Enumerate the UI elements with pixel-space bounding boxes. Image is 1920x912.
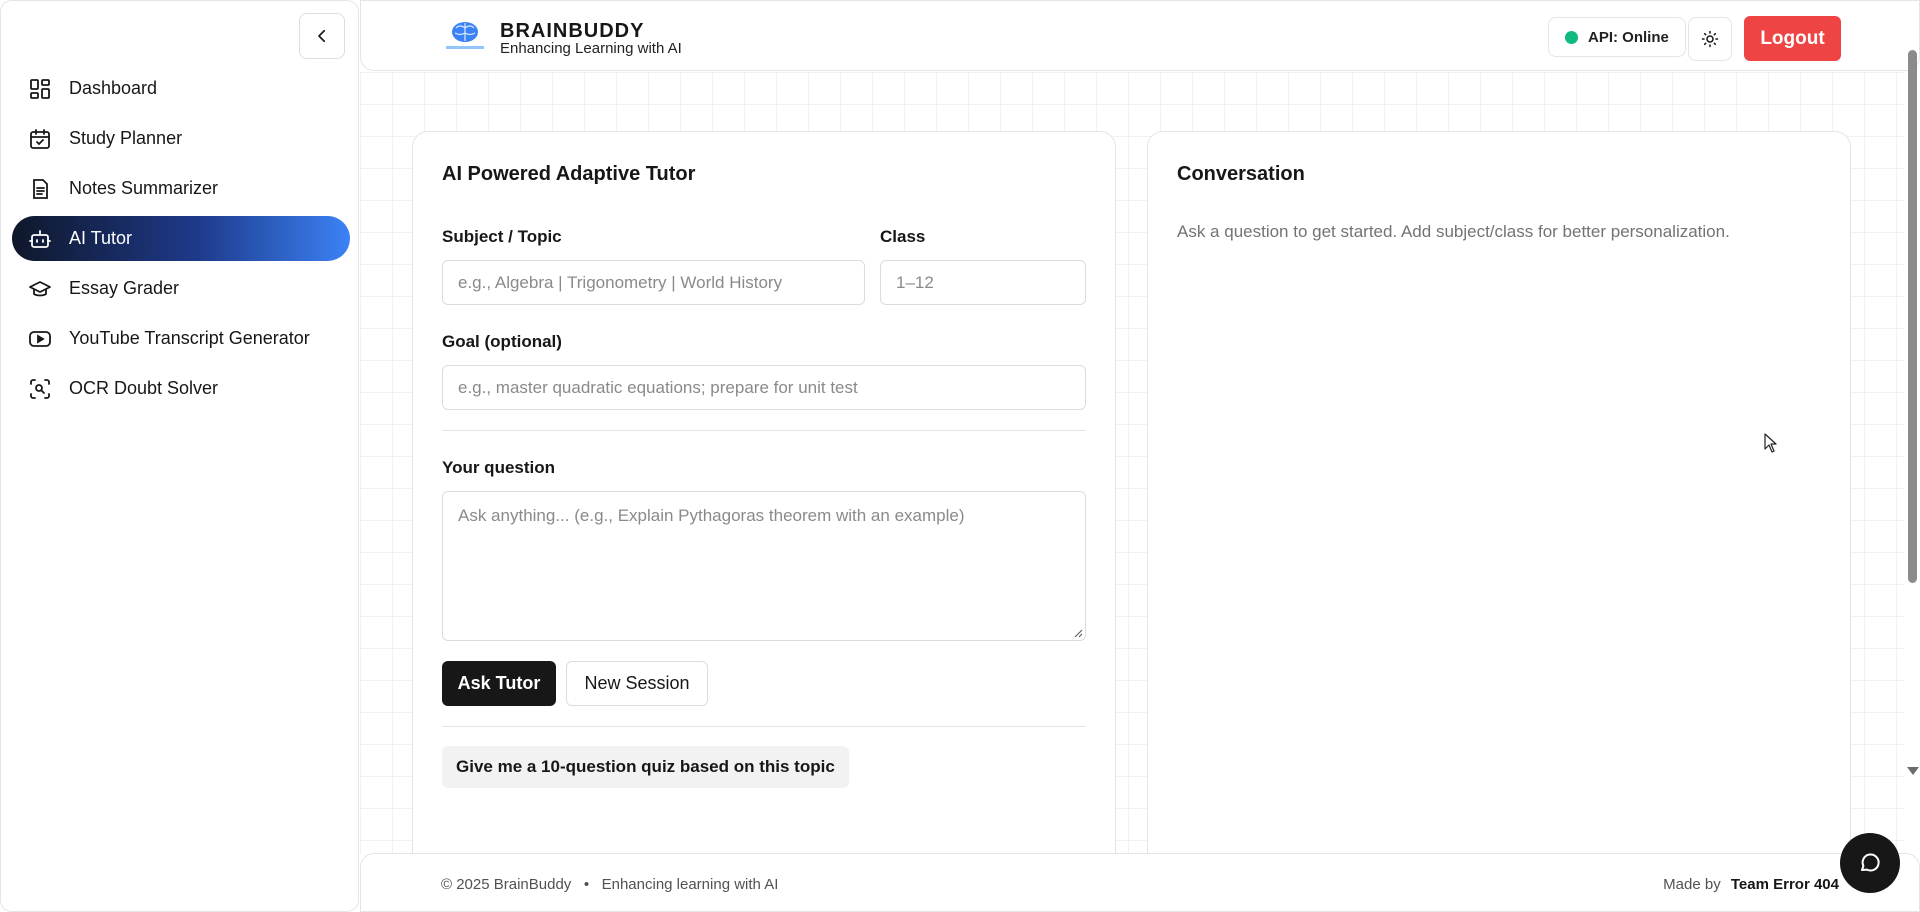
collapse-sidebar-button[interactable] <box>299 13 345 59</box>
page-scrollbar[interactable] <box>1905 50 1920 780</box>
goal-label: Goal (optional) <box>442 332 562 351</box>
brand-tagline: Enhancing Learning with AI <box>500 40 682 57</box>
new-session-button[interactable]: New Session <box>566 661 708 706</box>
copyright-text: © 2025 BrainBuddy <box>441 876 572 893</box>
tutor-card: AI Powered Adaptive Tutor Subject / Topi… <box>412 131 1116 854</box>
theme-toggle-button[interactable] <box>1688 17 1732 61</box>
class-label: Class <box>880 227 926 246</box>
footer-tagline: Enhancing learning with AI <box>601 876 779 893</box>
sun-icon <box>1701 30 1719 48</box>
sidebar-item-label: Essay Grader <box>69 278 180 298</box>
message-circle-icon <box>1861 853 1880 872</box>
goal-input[interactable]: e.g., master quadratic equations; prepar… <box>442 365 1086 410</box>
chat-launcher-button[interactable] <box>1840 833 1900 893</box>
sidebar-item-essay-grader[interactable]: Essay Grader <box>12 266 350 311</box>
sidebar-item-label: Study Planner <box>69 128 183 148</box>
sidebar-item-label: OCR Doubt Solver <box>69 378 219 398</box>
conversation-title: Conversation <box>1177 163 1305 185</box>
sidebar: Dashboard Study Planner Notes Summarizer… <box>0 0 359 912</box>
youtube-icon <box>28 327 52 351</box>
question-label: Your question <box>442 458 556 477</box>
divider <box>442 726 1086 727</box>
document-icon <box>28 177 52 201</box>
sidebar-item-label: AI Tutor <box>69 228 133 248</box>
robot-icon <box>28 227 52 251</box>
conversation-card: Conversation Ask a question to get start… <box>1147 131 1851 854</box>
sidebar-item-ocr-doubt-solver[interactable]: OCR Doubt Solver <box>12 366 350 411</box>
brain-logo-icon <box>442 19 488 55</box>
footer-credit: Made by Team Error 404 <box>1663 876 1839 893</box>
sidebar-item-youtube-transcript[interactable]: YouTube Transcript Generator <box>12 316 350 361</box>
conversation-empty-hint: Ask a question to get started. Add subje… <box>1177 222 1730 241</box>
resize-handle-icon[interactable] <box>1073 628 1083 638</box>
subject-label: Subject / Topic <box>442 227 562 246</box>
api-status-badge: API: Online <box>1548 17 1686 57</box>
top-header: BRAINBUDDY Enhancing Learning with AI AP… <box>360 0 1920 71</box>
logout-button[interactable]: Logout <box>1744 16 1841 61</box>
tutor-title: AI Powered Adaptive Tutor <box>442 163 696 185</box>
status-dot-icon <box>1565 30 1578 44</box>
page-footer: © 2025 BrainBuddy • Enhancing learning w… <box>360 853 1920 912</box>
subject-placeholder: e.g., Algebra | Trigonometry | World His… <box>458 272 783 292</box>
scan-search-icon <box>28 377 52 401</box>
sidebar-item-notes-summarizer[interactable]: Notes Summarizer <box>12 166 350 211</box>
sidebar-item-label: YouTube Transcript Generator <box>69 328 310 348</box>
mouse-cursor-icon <box>1764 433 1777 453</box>
sidebar-item-study-planner[interactable]: Study Planner <box>12 116 350 161</box>
footer-separator: • <box>583 876 590 893</box>
api-status-text: API: Online <box>1588 28 1669 46</box>
goal-placeholder: e.g., master quadratic equations; prepar… <box>458 377 858 397</box>
made-by-label: Made by <box>1663 876 1721 893</box>
sidebar-item-ai-tutor[interactable]: AI Tutor <box>12 216 350 261</box>
ask-tutor-button[interactable]: Ask Tutor <box>442 661 556 706</box>
graduation-cap-icon <box>28 277 52 301</box>
question-textarea[interactable]: Ask anything... (e.g., Explain Pythagora… <box>442 491 1086 641</box>
sidebar-nav: Dashboard Study Planner Notes Summarizer… <box>12 66 350 416</box>
scrollbar-thumb[interactable] <box>1908 50 1917 583</box>
calendar-check-icon <box>28 127 52 151</box>
sidebar-item-label: Notes Summarizer <box>69 178 219 198</box>
chevron-left-icon <box>318 29 326 43</box>
quiz-suggestion-chip[interactable]: Give me a 10-question quiz based on this… <box>442 746 849 788</box>
class-placeholder: 1–12 <box>896 272 934 292</box>
sidebar-item-label: Dashboard <box>69 78 158 98</box>
sidebar-item-dashboard[interactable]: Dashboard <box>12 66 350 111</box>
class-input[interactable]: 1–12 <box>880 260 1086 305</box>
divider <box>442 430 1086 431</box>
scroll-down-arrow-icon[interactable] <box>1907 767 1919 775</box>
subject-input[interactable]: e.g., Algebra | Trigonometry | World His… <box>442 260 865 305</box>
grid-icon <box>28 77 52 101</box>
footer-copyright: © 2025 BrainBuddy • Enhancing learning w… <box>441 876 778 893</box>
question-placeholder: Ask anything... (e.g., Explain Pythagora… <box>458 506 965 525</box>
main-content: AI Powered Adaptive Tutor Subject / Topi… <box>360 72 1905 854</box>
team-name: Team Error 404 <box>1730 876 1839 893</box>
